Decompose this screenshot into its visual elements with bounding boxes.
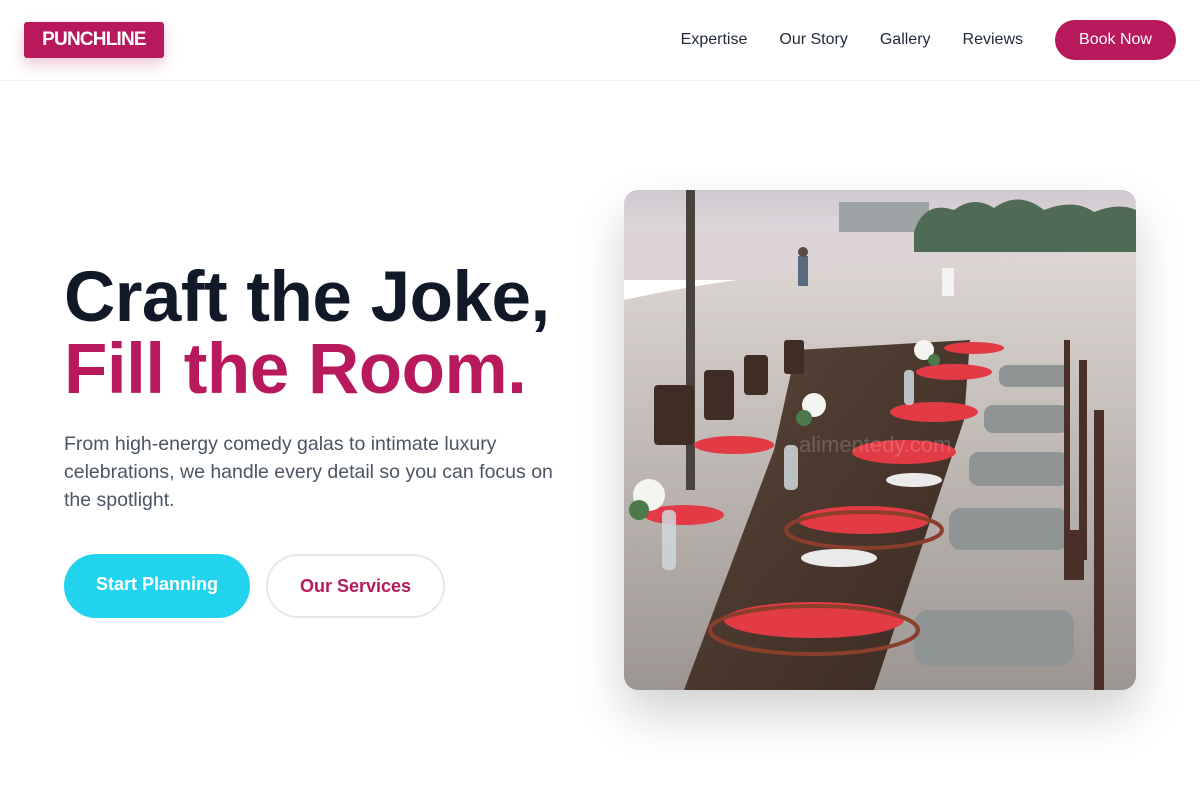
hero-title: Craft the Joke, Fill the Room. bbox=[64, 262, 604, 406]
nav-link-our-story[interactable]: Our Story bbox=[779, 31, 847, 49]
main-nav: Expertise Our Story Gallery Reviews Book… bbox=[681, 20, 1176, 60]
hero-image: alimentedy.com bbox=[624, 190, 1136, 690]
start-planning-button[interactable]: Start Planning bbox=[64, 554, 250, 618]
nav-link-expertise[interactable]: Expertise bbox=[681, 31, 748, 49]
hero-description: From high-energy comedy galas to intimat… bbox=[64, 433, 553, 511]
our-services-button[interactable]: Our Services bbox=[266, 554, 445, 618]
logo[interactable]: PUNCHLINE bbox=[24, 22, 164, 58]
image-watermark: alimentedy.com bbox=[799, 432, 951, 457]
hero-title-line-2: Fill the Room. bbox=[64, 330, 527, 409]
beach-dinner-table-photo: alimentedy.com bbox=[624, 190, 1136, 690]
hero-title-line-1: Craft the Joke, bbox=[64, 258, 550, 337]
nav-link-gallery[interactable]: Gallery bbox=[880, 31, 931, 49]
book-now-button[interactable]: Book Now bbox=[1055, 20, 1176, 60]
site-header: PUNCHLINE Expertise Our Story Gallery Re… bbox=[0, 0, 1200, 81]
nav-link-reviews[interactable]: Reviews bbox=[963, 31, 1023, 49]
